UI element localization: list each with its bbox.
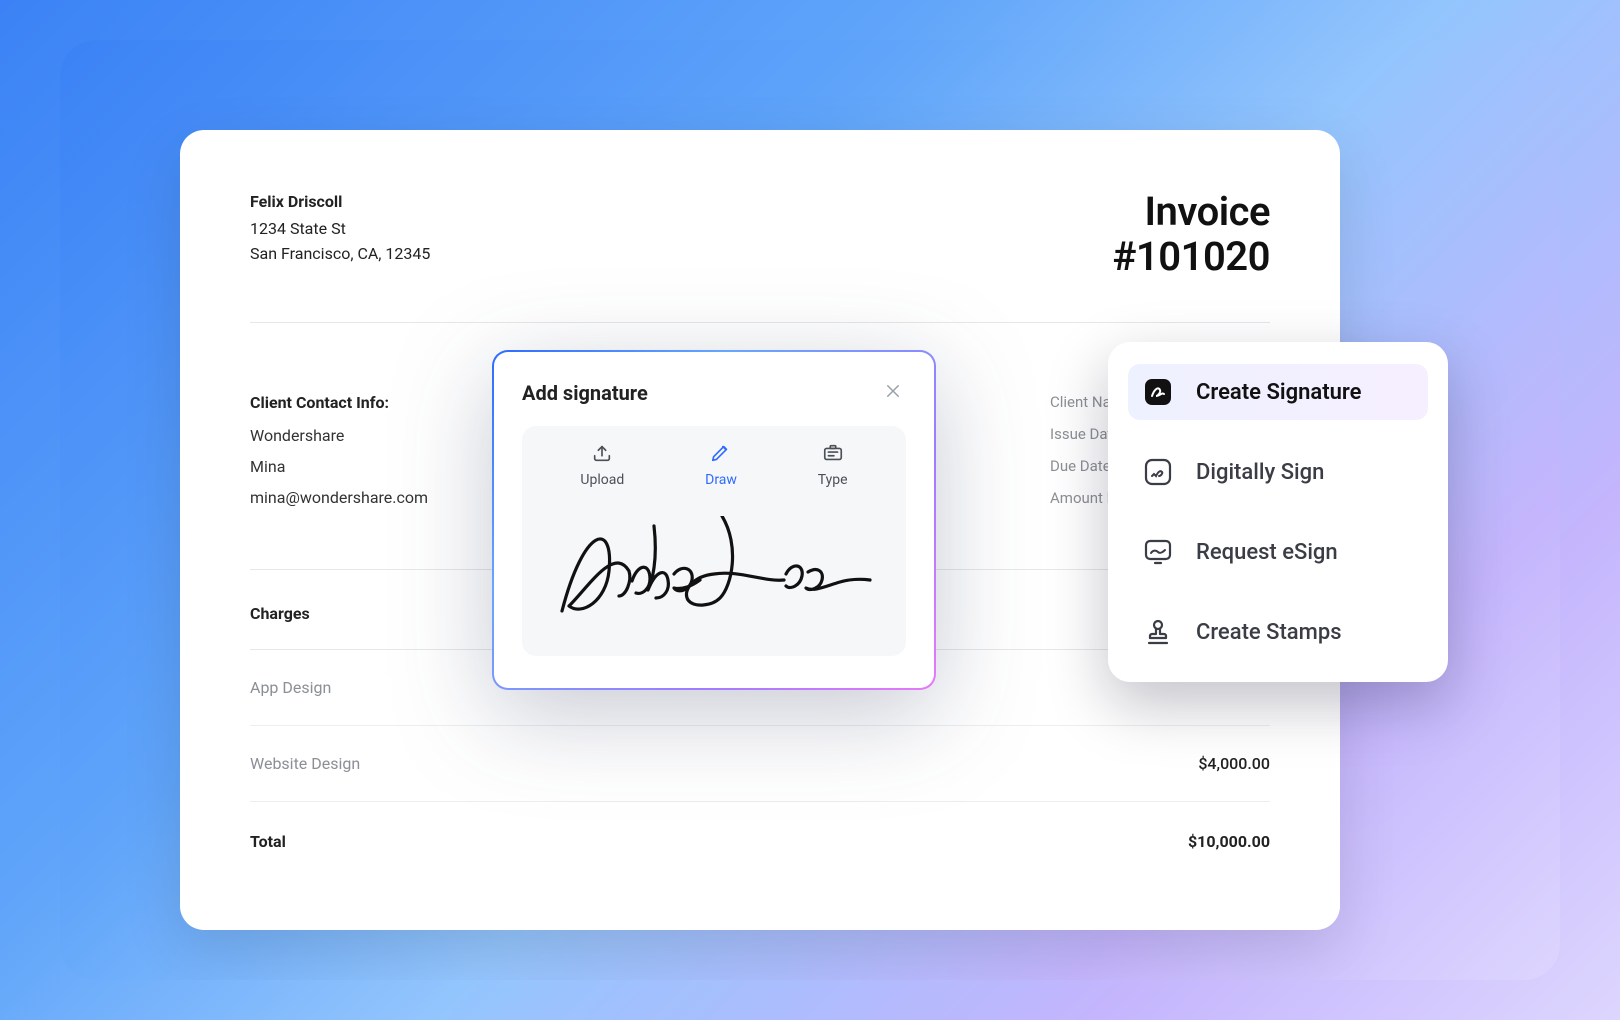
menu-item-create-signature[interactable]: Create Signature <box>1128 364 1428 420</box>
signature-menu: Create Signature Digitally Sign Request … <box>1108 342 1448 682</box>
stamp-icon <box>1140 614 1176 650</box>
tab-type[interactable]: Type <box>818 442 848 488</box>
sender-city: San Francisco, CA, 12345 <box>250 242 430 267</box>
contact-email: mina@wondershare.com <box>250 488 428 507</box>
menu-item-digitally-sign[interactable]: Digitally Sign <box>1128 444 1428 500</box>
tab-draw-label: Draw <box>705 472 737 488</box>
sender-name: Felix Driscoll <box>250 190 430 215</box>
signature-canvas[interactable] <box>540 506 888 636</box>
invoice-title: Invoice #101020 <box>1112 190 1270 280</box>
add-signature-modal: Add signature Upload <box>492 350 936 690</box>
from-block: Felix Driscoll 1234 State St San Francis… <box>250 190 430 280</box>
invoice-header: Felix Driscoll 1234 State St San Francis… <box>250 190 1270 280</box>
line-item-label: Website Design <box>250 754 360 773</box>
request-icon <box>1140 534 1176 570</box>
tab-draw[interactable]: Draw <box>705 442 737 488</box>
line-item: Website Design $4,000.00 <box>250 726 1270 802</box>
contact-company: Wondershare <box>250 426 428 445</box>
contact-heading: Client Contact Info: <box>250 393 428 412</box>
tab-upload[interactable]: Upload <box>580 442 624 488</box>
menu-item-label: Create Signature <box>1196 380 1361 405</box>
sign-icon <box>1140 454 1176 490</box>
menu-item-request-esign[interactable]: Request eSign <box>1128 524 1428 580</box>
menu-item-create-stamps[interactable]: Create Stamps <box>1128 604 1428 660</box>
invoice-number: #101020 <box>1112 235 1270 280</box>
total-label: Total <box>250 832 286 851</box>
contact-person: Mina <box>250 457 428 476</box>
contact-block: Client Contact Info: Wondershare Mina mi… <box>250 393 428 521</box>
modal-title: Add signature <box>522 381 648 405</box>
tab-type-label: Type <box>818 472 848 488</box>
menu-item-label: Request eSign <box>1196 540 1338 565</box>
divider <box>250 322 1270 323</box>
menu-item-label: Digitally Sign <box>1196 460 1324 485</box>
close-icon[interactable] <box>880 378 906 408</box>
sender-street: 1234 State St <box>250 217 430 242</box>
upload-icon <box>591 442 613 464</box>
signature-drawing <box>554 516 874 626</box>
type-icon <box>822 442 844 464</box>
menu-item-label: Create Stamps <box>1196 620 1342 645</box>
signature-badge-icon <box>1140 374 1176 410</box>
line-item-amount: $4,000.00 <box>1198 754 1270 773</box>
total-row: Total $10,000.00 <box>250 802 1270 851</box>
invoice-title-line1: Invoice <box>1144 188 1270 235</box>
draw-icon <box>710 442 732 464</box>
tab-upload-label: Upload <box>580 472 624 488</box>
line-item-label: App Design <box>250 678 331 697</box>
signature-tabs: Upload Draw Type <box>522 426 906 656</box>
total-amount: $10,000.00 <box>1188 832 1270 851</box>
stage: Felix Driscoll 1234 State St San Francis… <box>60 40 1560 980</box>
